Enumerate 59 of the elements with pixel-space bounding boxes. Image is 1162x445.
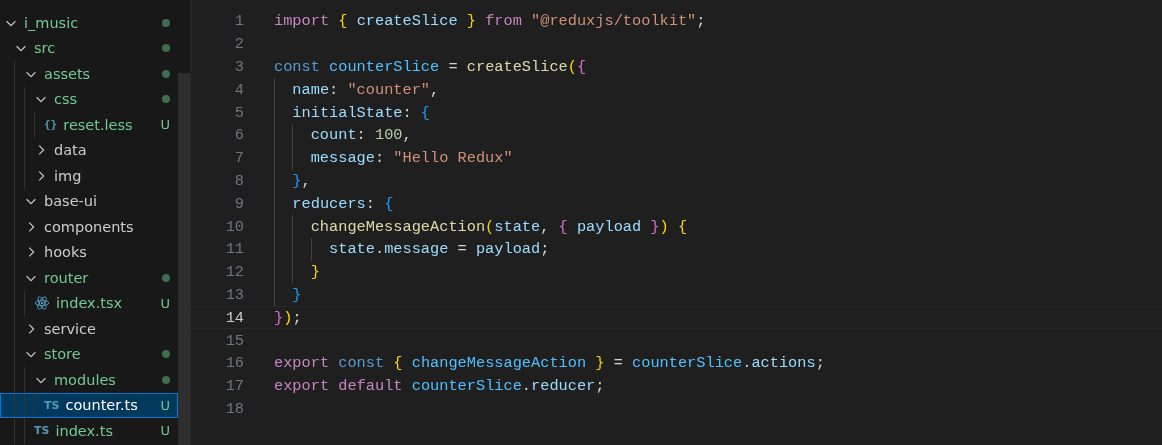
atom-icon [34, 295, 50, 312]
line-number: 16 [224, 354, 244, 373]
tree-item[interactable]: components [0, 214, 178, 240]
code-line: } [292, 285, 302, 304]
code-line: message: "Hello Redux" [310, 149, 513, 168]
code-line: import { createSlice } from "@reduxjs/toolkit"; [274, 12, 706, 31]
tree-item[interactable]: data [0, 137, 178, 163]
line-number: 10 [224, 217, 244, 236]
tree-item[interactable]: {} reset.less U [0, 112, 178, 138]
line-number: 9 [233, 194, 244, 213]
line-number: 17 [224, 377, 244, 396]
tree-item[interactable]: assets [0, 61, 178, 87]
code-line: initialState: { [292, 103, 431, 122]
tree-item[interactable]: TS index.ts U [0, 418, 178, 444]
code-line: }, [292, 171, 311, 190]
code-line: export default counterSlice.reducer; [274, 377, 605, 396]
status-letter: U [160, 295, 170, 311]
line-number: 6 [233, 126, 244, 145]
code-line: const counterSlice = createSlice({ [274, 58, 587, 76]
tree-item[interactable]: index.tsx U [0, 290, 178, 316]
scrollbar[interactable] [178, 73, 190, 445]
code-line: state.message = payload; [329, 240, 550, 259]
tree-item[interactable]: TS counter.ts U [0, 392, 178, 418]
line-number: 2 [233, 35, 244, 54]
braces-icon: {} [44, 118, 58, 132]
code-line: name: "counter", [292, 80, 440, 99]
line-number: 18 [224, 399, 244, 418]
line-number: 4 [233, 80, 244, 99]
line-number: 14 [224, 308, 244, 327]
line-number: 5 [233, 103, 244, 122]
tree-item[interactable]: img [0, 163, 178, 189]
status-letter: U [160, 397, 170, 413]
line-number: 11 [224, 240, 244, 259]
line-number: 3 [233, 58, 244, 76]
tree-item[interactable]: css [0, 86, 178, 112]
code-line: } [310, 263, 320, 282]
tree-item[interactable]: src [0, 35, 178, 61]
code-line: count: 100, [310, 126, 412, 145]
tree-item[interactable]: service [0, 316, 178, 342]
tree-item[interactable]: store [0, 341, 178, 367]
code-line: export const { changeMessageAction } = counterSlice.actions; [274, 354, 825, 373]
status-letter: U [160, 423, 170, 439]
typescript-icon: TS [34, 424, 50, 438]
code-line: reducers: { [292, 194, 394, 213]
line-number: 7 [233, 149, 244, 168]
code-line: }); [274, 308, 302, 327]
status-letter: U [160, 117, 170, 133]
typescript-icon: TS [44, 398, 60, 412]
line-number: 15 [224, 331, 244, 350]
tree-item[interactable]: router [0, 265, 178, 291]
line-number: 8 [233, 171, 244, 190]
tree-item[interactable]: hooks [0, 239, 178, 265]
tree-item[interactable]: i_music [0, 10, 178, 36]
tree-item[interactable]: base-ui [0, 188, 178, 214]
code-line: changeMessageAction(state, { payload }) { [310, 217, 688, 236]
tree-item[interactable]: modules [0, 367, 178, 393]
line-number: 13 [224, 285, 244, 304]
line-number: 1 [233, 12, 244, 31]
line-number: 12 [224, 263, 244, 282]
